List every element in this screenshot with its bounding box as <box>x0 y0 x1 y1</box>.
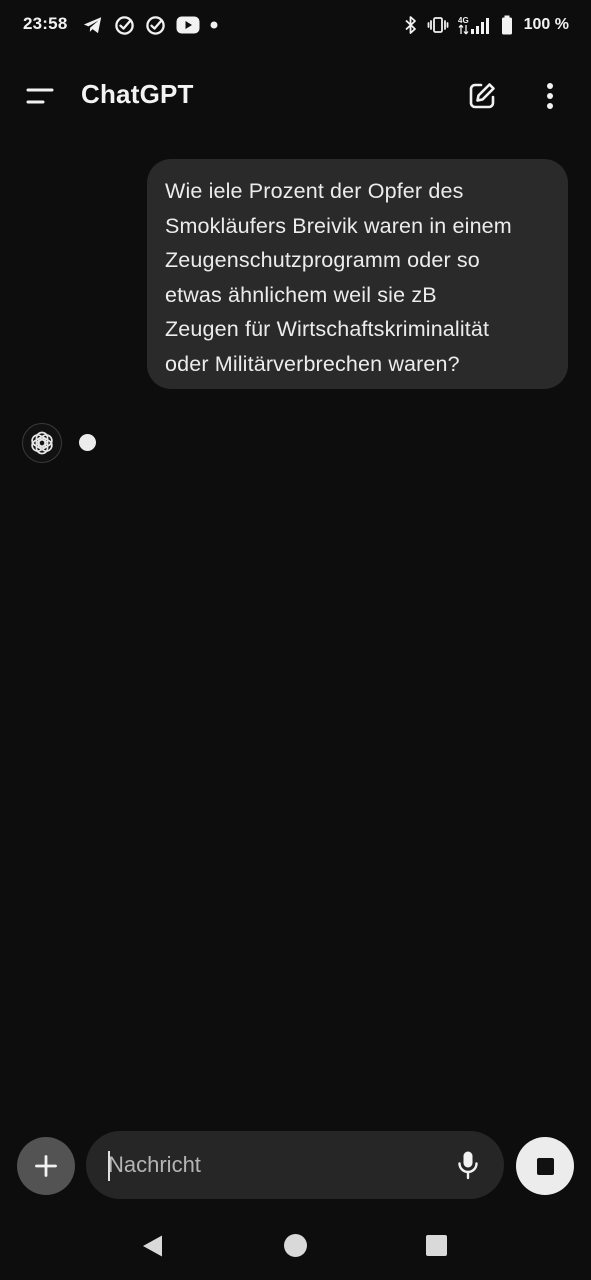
mic-icon <box>457 1150 479 1180</box>
plus-icon <box>34 1154 58 1178</box>
check-circle-icon <box>114 15 135 36</box>
message-line: Smokläufers Breivik waren in einem <box>165 213 512 238</box>
menu-button[interactable] <box>20 76 60 116</box>
recents-button[interactable] <box>426 1235 447 1256</box>
home-button[interactable] <box>284 1234 307 1257</box>
message-line: etwas ähnlichem weil sie zB <box>165 282 437 307</box>
back-triangle-icon <box>143 1235 162 1257</box>
chatgpt-logo-icon <box>22 423 62 463</box>
signal-icon: 4G <box>458 15 492 35</box>
check-circle-icon <box>145 15 166 36</box>
telegram-icon <box>82 15 104 35</box>
bluetooth-icon <box>404 15 418 35</box>
dot-icon <box>210 21 218 29</box>
text-cursor <box>108 1151 110 1181</box>
back-button[interactable] <box>140 1233 166 1259</box>
message-composer <box>86 1131 504 1199</box>
message-line: oder Militärverbrechen waren? <box>165 351 460 376</box>
add-attachment-button[interactable] <box>17 1137 75 1195</box>
system-icons: 4G 100 % <box>404 13 569 37</box>
user-message-bubble[interactable]: Wie iele Prozent der Opfer des Smokläufe… <box>147 159 568 389</box>
voice-input-button[interactable] <box>450 1147 486 1183</box>
battery-percentage: 100 % <box>523 16 569 33</box>
more-options-button[interactable] <box>530 76 570 116</box>
message-input[interactable] <box>108 1131 438 1199</box>
vibrate-icon <box>427 16 449 34</box>
new-chat-button[interactable] <box>462 76 502 116</box>
status-time: 23:58 <box>23 14 68 33</box>
notification-icons <box>82 13 218 37</box>
message-line: Zeugenschutzprogramm oder so <box>165 248 480 273</box>
youtube-icon <box>176 16 200 34</box>
more-vertical-icon <box>546 82 554 110</box>
stop-icon <box>536 1157 554 1175</box>
stop-generating-button[interactable] <box>516 1137 574 1195</box>
user-message-text: Wie iele Prozent der Opfer des Smokläufe… <box>165 174 551 382</box>
message-line: Wie iele Prozent der Opfer des <box>165 179 464 203</box>
page-title: ChatGPT <box>81 79 194 109</box>
network-type-label: 4G <box>458 16 469 25</box>
battery-icon <box>501 15 513 35</box>
app-header: ChatGPT <box>0 60 591 132</box>
edit-icon <box>467 81 497 111</box>
status-bar: 23:58 4G 100 % <box>0 0 591 52</box>
system-nav-bar <box>0 1215 591 1280</box>
typing-indicator <box>79 434 96 451</box>
menu-icon <box>25 85 55 107</box>
message-line: Zeugen für Wirtschaftskriminalität <box>165 317 490 342</box>
